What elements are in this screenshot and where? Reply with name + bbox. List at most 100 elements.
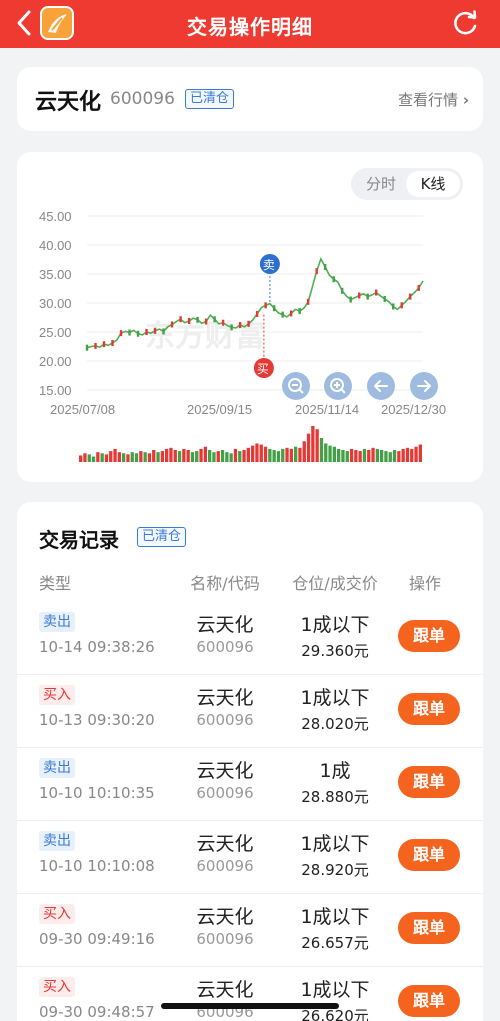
volume-bar bbox=[298, 447, 302, 462]
volume-bar bbox=[139, 451, 143, 462]
table-row: 卖出 10-14 09:38:26 云天化 600096 1成以下 29.360… bbox=[17, 602, 483, 675]
row-position: 1成 bbox=[319, 760, 351, 782]
candle bbox=[213, 316, 216, 323]
header-type: 类型 bbox=[39, 574, 72, 593]
volume-bar bbox=[311, 426, 315, 462]
candle bbox=[230, 324, 233, 331]
records-status-badge: 已清仓 bbox=[137, 527, 187, 547]
row-stock-code: 600096 bbox=[196, 711, 254, 729]
candle bbox=[340, 287, 344, 294]
candle bbox=[238, 322, 242, 329]
volume-bar bbox=[152, 450, 156, 462]
volume-bar bbox=[341, 450, 345, 462]
candle bbox=[196, 316, 199, 323]
volume-bar bbox=[229, 453, 233, 462]
arrow-right-icon[interactable] bbox=[410, 372, 438, 400]
candle bbox=[409, 293, 412, 300]
volume-bar bbox=[203, 446, 207, 462]
volume-bar bbox=[289, 448, 293, 462]
volume-bar bbox=[302, 441, 306, 462]
candle bbox=[392, 303, 395, 310]
follow-button[interactable]: 跟单 bbox=[398, 912, 460, 944]
row-stock-code: 600096 bbox=[196, 638, 254, 656]
chart-card: 分时 K线 45.00 40.00 35.00 30.00 25.00 20.00 15.0… bbox=[17, 152, 483, 482]
row-stock-name: 云天化 bbox=[196, 614, 254, 636]
home-indicator[interactable] bbox=[161, 1003, 339, 1009]
header-name: 名称/代码 bbox=[190, 574, 260, 593]
volume-bar bbox=[401, 448, 405, 462]
refresh-icon[interactable] bbox=[450, 8, 480, 38]
volume-bar bbox=[177, 451, 182, 462]
volume-bar bbox=[414, 446, 418, 462]
y-tick-label: 15.00 bbox=[39, 383, 72, 398]
table-row: 买入 09-30 09:48:57 云天化 600096 1成以下 26.620… bbox=[17, 967, 483, 1021]
volume-bar bbox=[392, 450, 397, 462]
candle bbox=[298, 308, 301, 315]
header-position: 仓位/成交价 bbox=[292, 574, 378, 593]
candle bbox=[128, 329, 131, 336]
candle bbox=[162, 328, 165, 335]
view-quote-link[interactable]: 查看行情 › bbox=[398, 89, 469, 110]
volume-bar bbox=[362, 448, 367, 462]
candle bbox=[247, 320, 250, 327]
row-stock-name: 云天化 bbox=[196, 687, 254, 709]
volume-bar bbox=[143, 452, 147, 462]
row-position: 1成以下 bbox=[300, 906, 370, 928]
x-tick-label: 2025/11/14 bbox=[295, 402, 359, 417]
follow-button[interactable]: 跟单 bbox=[398, 693, 460, 725]
row-position: 1成以下 bbox=[300, 614, 370, 636]
volume-bar bbox=[259, 444, 263, 462]
view-quote-label: 查看行情 bbox=[398, 91, 459, 109]
volume-bar bbox=[122, 453, 126, 462]
sell-marker-label: 卖 bbox=[263, 258, 275, 272]
volume-bar bbox=[337, 448, 341, 462]
row-price: 29.360元 bbox=[301, 642, 369, 660]
volume-bar bbox=[220, 450, 225, 462]
candle bbox=[366, 293, 369, 300]
volume-bar bbox=[195, 451, 199, 462]
zoom-out-icon[interactable] bbox=[282, 372, 310, 400]
volume-bar bbox=[91, 456, 96, 462]
trade-records-card: 交易记录 已清仓 类型 名称/代码 仓位/成交价 操作 卖出 10-14 09:… bbox=[17, 502, 483, 1021]
table-row: 卖出 10-10 10:10:35 云天化 600096 1成 28.880元 … bbox=[17, 748, 483, 821]
row-stock-code: 600096 bbox=[196, 930, 254, 948]
follow-button[interactable]: 跟单 bbox=[398, 985, 460, 1017]
candle bbox=[119, 330, 123, 337]
volume-bar bbox=[397, 451, 401, 462]
volume-bar bbox=[117, 452, 121, 462]
candle bbox=[179, 316, 182, 323]
top-bar: 交易操作明细 bbox=[0, 0, 500, 48]
row-stock-name: 云天化 bbox=[196, 760, 254, 782]
y-tick-label: 30.00 bbox=[39, 296, 72, 311]
candle bbox=[102, 341, 106, 348]
row-position: 1成以下 bbox=[300, 979, 370, 1001]
x-tick-label: 2025/07/08 bbox=[50, 402, 115, 417]
volume-bar bbox=[367, 450, 371, 462]
volume-bar bbox=[285, 447, 289, 462]
candle bbox=[272, 305, 276, 312]
row-price: 28.020元 bbox=[301, 715, 369, 733]
volume-bar bbox=[380, 450, 384, 462]
row-price: 28.880元 bbox=[301, 788, 369, 806]
trade-type-badge: 买入 bbox=[39, 977, 75, 997]
candle bbox=[332, 276, 335, 283]
volume-bar bbox=[268, 448, 272, 462]
trade-time: 10-14 09:38:26 bbox=[39, 638, 155, 656]
trade-time: 10-10 10:10:08 bbox=[39, 857, 155, 875]
candle bbox=[417, 284, 420, 291]
volume-bar bbox=[388, 452, 392, 462]
follow-button[interactable]: 跟单 bbox=[398, 839, 460, 871]
stock-code: 600096 bbox=[110, 89, 175, 109]
trade-type-badge: 卖出 bbox=[39, 831, 75, 851]
arrow-left-icon[interactable] bbox=[367, 372, 395, 400]
zoom-in-icon[interactable] bbox=[324, 372, 352, 400]
follow-button[interactable]: 跟单 bbox=[398, 620, 460, 652]
y-tick-label: 40.00 bbox=[39, 238, 72, 253]
volume-bar bbox=[358, 451, 362, 462]
candle bbox=[153, 327, 157, 334]
volume-bar bbox=[384, 451, 388, 462]
volume-bar bbox=[104, 454, 109, 462]
trade-time: 10-10 10:10:35 bbox=[39, 784, 155, 802]
follow-button[interactable]: 跟单 bbox=[398, 766, 460, 798]
volume-bar bbox=[238, 451, 242, 462]
